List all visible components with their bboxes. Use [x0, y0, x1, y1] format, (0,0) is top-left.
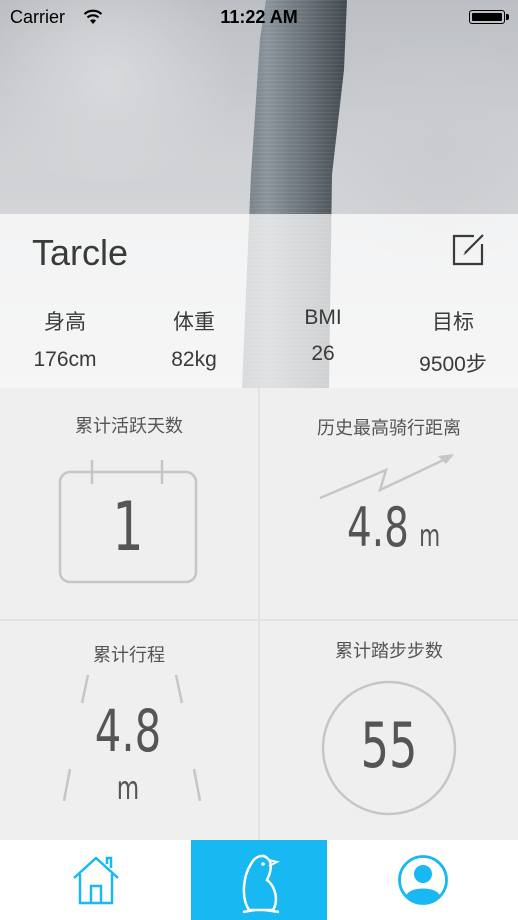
- user-name: Tarcle: [32, 232, 129, 273]
- card-title: 累计活跃天数: [75, 416, 183, 436]
- tab-home[interactable]: [0, 840, 191, 920]
- stat-value: 176cm: [33, 348, 97, 371]
- total-steps-card[interactable]: 累计踏步步数 55: [260, 621, 518, 840]
- stats-grid: 累计活跃天数 1 历史最高骑行距离 4.8 m 累计行程 4.8 m 累计踏步步…: [0, 388, 518, 840]
- stat-weight: 体重 82kg: [134, 306, 254, 372]
- penguin-icon: [242, 854, 280, 914]
- card-title: 累计踏步步数: [335, 641, 443, 661]
- status-bar: Carrier 11:22 AM: [0, 0, 518, 34]
- total-trip-value: 4.8: [94, 697, 162, 765]
- stat-label: 体重: [173, 311, 215, 334]
- stat-value: 82kg: [171, 348, 217, 371]
- battery-icon: [469, 10, 509, 24]
- total-trip-unit: m: [116, 769, 140, 807]
- stat-label: 目标: [432, 311, 474, 334]
- stat-bmi: BMI 26: [263, 306, 383, 366]
- max-ride-value: 4.8: [347, 496, 410, 559]
- active-days-value: 1: [112, 488, 144, 567]
- max-ride-reading: 4.8 m: [320, 496, 460, 559]
- card-title: 历史最高骑行距离: [317, 418, 461, 438]
- user-icon: [398, 855, 448, 905]
- tab-bar: [0, 840, 518, 920]
- trend-up-icon: [319, 454, 454, 500]
- stat-value: 26: [311, 342, 335, 365]
- max-ride-card[interactable]: 历史最高骑行距离 4.8 m: [260, 388, 518, 613]
- card-title: 累计行程: [93, 645, 165, 665]
- edit-profile-icon[interactable]: [450, 232, 486, 268]
- total-steps-value: 55: [360, 709, 418, 782]
- stat-goal: 目标 9500步: [393, 306, 513, 378]
- total-trip-card[interactable]: 累计行程 4.8 m: [0, 621, 258, 840]
- home-icon: [73, 856, 119, 905]
- stat-height: 身高 176cm: [5, 306, 125, 372]
- clock: 11:22 AM: [220, 7, 298, 27]
- stat-value: 9500步: [419, 353, 487, 376]
- stat-label: BMI: [304, 306, 342, 329]
- max-ride-unit: m: [419, 519, 441, 554]
- tab-profile[interactable]: [327, 840, 518, 920]
- stat-label: 身高: [44, 311, 86, 334]
- active-days-card[interactable]: 累计活跃天数 1: [0, 388, 258, 613]
- tab-activity[interactable]: [191, 840, 327, 920]
